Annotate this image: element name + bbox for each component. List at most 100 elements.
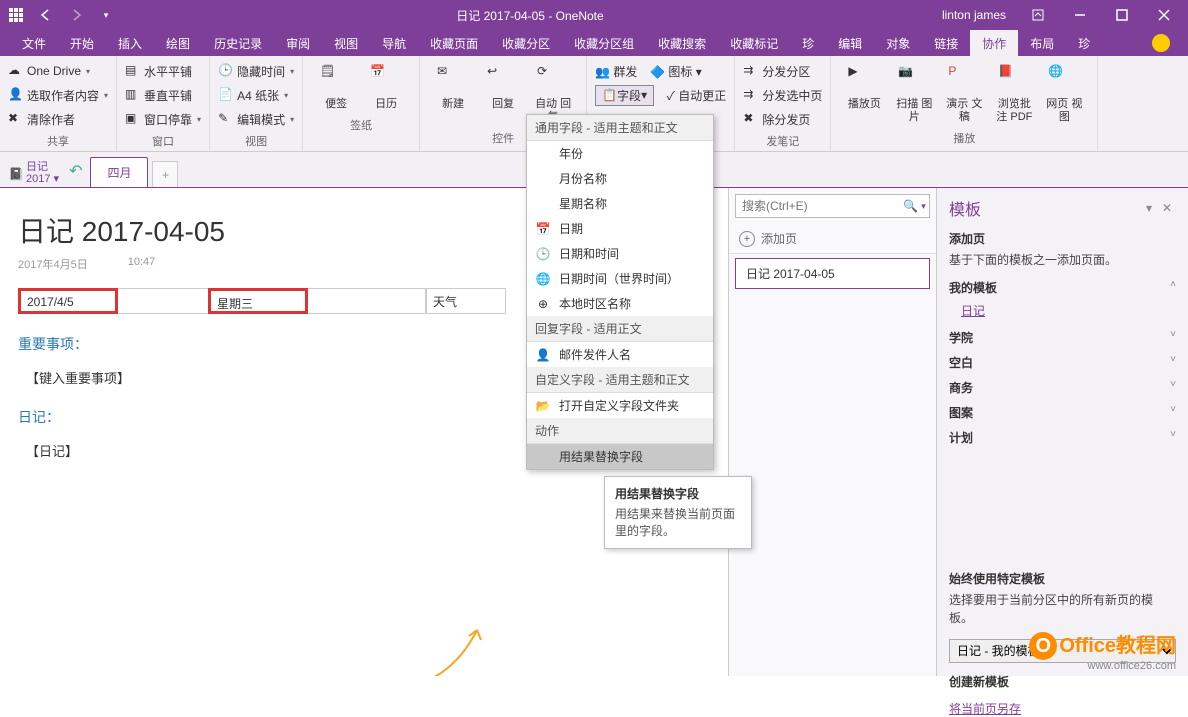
menu-favpage[interactable]: 收藏页面 bbox=[418, 30, 490, 57]
htiles-button[interactable]: ▤水平平铺 bbox=[125, 60, 201, 82]
maximize-icon[interactable] bbox=[1102, 1, 1142, 29]
pdf-button[interactable]: 📕浏览批 注 PDF bbox=[989, 60, 1039, 128]
menu-layout[interactable]: 布局 bbox=[1018, 30, 1066, 57]
ppt-button[interactable]: P演示 文稿 bbox=[939, 60, 989, 128]
clear-author-button[interactable]: ✖清除作者 bbox=[8, 108, 108, 130]
pane-options-icon[interactable]: ▾ bbox=[1140, 201, 1158, 215]
dist-remove-button[interactable]: ✖除分发页 bbox=[743, 108, 822, 130]
cell-weekday[interactable]: 星期三 bbox=[208, 288, 308, 314]
page-time: 10:47 bbox=[128, 256, 156, 272]
eraser-icon: ✖ bbox=[8, 111, 24, 127]
close-icon[interactable] bbox=[1144, 1, 1184, 29]
group-sticky-label: 签纸 bbox=[311, 117, 411, 133]
feedback-icon[interactable] bbox=[1152, 34, 1170, 52]
group-send-button[interactable]: 👥 群发 bbox=[595, 63, 637, 80]
menu-favsec[interactable]: 收藏分区 bbox=[490, 30, 562, 57]
search-dropdown-icon[interactable]: ▾ bbox=[918, 201, 929, 212]
sticky2-button[interactable]: 📅日历 bbox=[361, 60, 411, 115]
tpl-cat-3[interactable]: 图案˅ bbox=[949, 400, 1176, 425]
menu-insert[interactable]: 插入 bbox=[106, 30, 154, 57]
menu-nav[interactable]: 导航 bbox=[370, 30, 418, 57]
dd-utc[interactable]: 🌐日期时间（世界时间） bbox=[527, 266, 713, 291]
web-button[interactable]: 🌐网页 视图 bbox=[1039, 60, 1089, 128]
minimize-icon[interactable] bbox=[1060, 1, 1100, 29]
autocorrect-button[interactable]: ✓ 自动更正 bbox=[667, 87, 727, 104]
undo-icon[interactable]: ↶ bbox=[69, 161, 82, 181]
field-button[interactable]: 📋 字段 ▾ bbox=[595, 85, 654, 106]
menu-favtag[interactable]: 收藏标记 bbox=[718, 30, 790, 57]
dd-date[interactable]: 📅日期 bbox=[527, 216, 713, 241]
dock-button[interactable]: ▣窗口停靠▾ bbox=[125, 108, 201, 130]
menu-edit[interactable]: 编辑 bbox=[826, 30, 874, 57]
add-section-button[interactable]: + bbox=[152, 161, 178, 187]
menu-home[interactable]: 开始 bbox=[58, 30, 106, 57]
menu-link[interactable]: 链接 bbox=[922, 30, 970, 57]
menu-review[interactable]: 审阅 bbox=[274, 30, 322, 57]
menu-object[interactable]: 对象 bbox=[874, 30, 922, 57]
scan-button[interactable]: 📷扫描 图片 bbox=[889, 60, 939, 128]
dist2-icon: ⇉ bbox=[743, 87, 759, 103]
reply-button[interactable]: ↩回复 bbox=[478, 60, 528, 128]
tpl-create-head: 创建新模板 bbox=[949, 673, 1176, 690]
grid-icon[interactable] bbox=[4, 3, 28, 27]
cell-weather[interactable]: 天气 bbox=[426, 288, 506, 314]
menu-view[interactable]: 视图 bbox=[322, 30, 370, 57]
menu-gem2[interactable]: 珍 bbox=[1066, 30, 1102, 57]
ribbon-collapse-icon[interactable] bbox=[1018, 1, 1058, 29]
dist-selected-button[interactable]: ⇉分发选中页 bbox=[743, 84, 822, 106]
pane-close-icon[interactable]: ✕ bbox=[1158, 201, 1176, 215]
hide-time-button[interactable]: 🕒隐藏时间▾ bbox=[218, 60, 294, 82]
page-list-item[interactable]: 日记 2017-04-05 bbox=[735, 258, 930, 289]
tpl-myitem[interactable]: 日记 bbox=[949, 300, 1176, 325]
dd-sender[interactable]: 👤邮件发件人名 bbox=[527, 342, 713, 367]
cell-spacer1 bbox=[118, 288, 208, 314]
menu-draw[interactable]: 绘图 bbox=[154, 30, 202, 57]
tpl-cat-1[interactable]: 空白˅ bbox=[949, 350, 1176, 375]
dd-tz[interactable]: ⊕本地时区名称 bbox=[527, 291, 713, 316]
dist-section-button[interactable]: ⇉分发分区 bbox=[743, 60, 822, 82]
tooltip-body: 用结果来替换当前页面里的字段。 bbox=[615, 506, 741, 540]
group-dist-label: 发笔记 bbox=[743, 133, 822, 149]
dd-year[interactable]: 年份 bbox=[527, 141, 713, 166]
cell-date[interactable]: 2017/4/5 bbox=[18, 288, 118, 314]
dd-openfolder[interactable]: 📂打开自定义字段文件夹 bbox=[527, 393, 713, 418]
tpl-cat-0[interactable]: 学院˅ bbox=[949, 325, 1176, 350]
sticky1-button[interactable]: 🗒便签 bbox=[311, 60, 361, 115]
a4-button[interactable]: 📄A4 纸张▾ bbox=[218, 84, 294, 106]
menu-file[interactable]: 文件 bbox=[10, 30, 58, 57]
forward-icon[interactable] bbox=[64, 3, 88, 27]
onedrive-button[interactable]: ☁One Drive▾ bbox=[8, 60, 108, 82]
user-name[interactable]: linton james bbox=[942, 8, 1006, 22]
play-page-button[interactable]: ▶播放页 bbox=[839, 60, 889, 128]
tpl-cat-4[interactable]: 计划˅ bbox=[949, 425, 1176, 450]
notebook-icon[interactable]: 📓 bbox=[6, 167, 26, 181]
menu-favsearch[interactable]: 收藏搜索 bbox=[646, 30, 718, 57]
add-page-button[interactable]: + 添加页 bbox=[729, 224, 936, 254]
menu-favsecgrp[interactable]: 收藏分区组 bbox=[562, 30, 646, 57]
menu-gem1[interactable]: 珍 bbox=[790, 30, 826, 57]
section-tab[interactable]: 四月 bbox=[90, 157, 148, 187]
notebook-selector[interactable]: 日记 2017 ▾ bbox=[26, 161, 59, 187]
group-window-label: 窗口 bbox=[125, 133, 201, 149]
icon-button[interactable]: 🔷 图标 ▾ bbox=[650, 63, 702, 80]
search-icon[interactable]: 🔍 bbox=[903, 199, 918, 213]
tpl-cat-2[interactable]: 商务˅ bbox=[949, 375, 1176, 400]
dd-month[interactable]: 月份名称 bbox=[527, 166, 713, 191]
clock-icon: 🕒 bbox=[218, 63, 234, 79]
tpl-save-link[interactable]: 将当前页另存 bbox=[949, 700, 1021, 717]
search-input[interactable] bbox=[736, 197, 903, 215]
new-button[interactable]: ✉新建 bbox=[428, 60, 478, 128]
vtiles-button[interactable]: ▥垂直平铺 bbox=[125, 84, 201, 106]
dd-head-general: 通用字段 - 适用主题和正文 bbox=[527, 115, 713, 141]
select-author-button[interactable]: 👤选取作者内容▾ bbox=[8, 84, 108, 106]
back-icon[interactable] bbox=[34, 3, 58, 27]
dd-weekday[interactable]: 星期名称 bbox=[527, 191, 713, 216]
dd-datetime[interactable]: 🕒日期和时间 bbox=[527, 241, 713, 266]
menu-coop[interactable]: 协作 bbox=[970, 30, 1018, 57]
menu-history[interactable]: 历史记录 bbox=[202, 30, 274, 57]
search-box[interactable]: 🔍 ▾ bbox=[735, 194, 930, 218]
dropdown-icon[interactable]: ▾ bbox=[94, 3, 118, 27]
dd-replace[interactable]: 用结果替换字段 bbox=[527, 444, 713, 469]
edit-mode-button[interactable]: ✎编辑模式▾ bbox=[218, 108, 294, 130]
tpl-cat-my[interactable]: 我的模板˄ bbox=[949, 275, 1176, 300]
